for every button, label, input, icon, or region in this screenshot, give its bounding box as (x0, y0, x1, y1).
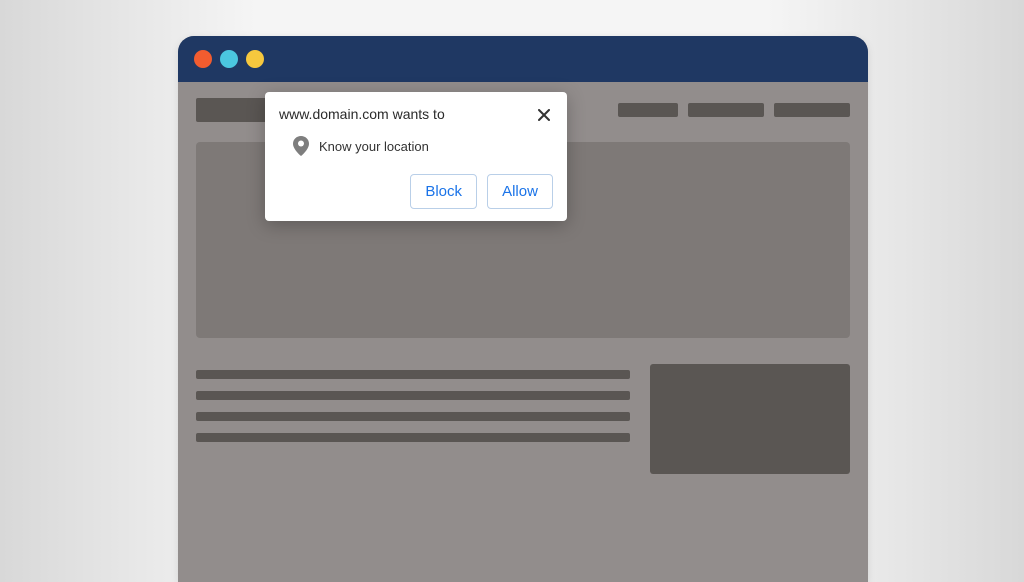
text-line-placeholder (196, 433, 630, 442)
permission-popup: www.domain.com wants to Know your locati… (265, 92, 567, 221)
popup-title: www.domain.com wants to (279, 106, 445, 122)
popup-actions: Block Allow (279, 174, 553, 209)
close-window-button[interactable] (194, 50, 212, 68)
block-button[interactable]: Block (410, 174, 477, 209)
nav-link-placeholder[interactable] (688, 103, 764, 117)
text-line-placeholder (196, 391, 630, 400)
minimize-window-button[interactable] (220, 50, 238, 68)
text-line-placeholder (196, 412, 630, 421)
side-image-placeholder (650, 364, 850, 474)
text-column (196, 364, 630, 474)
permission-request-row: Know your location (279, 136, 553, 156)
allow-button[interactable]: Allow (487, 174, 553, 209)
text-line-placeholder (196, 370, 630, 379)
window-titlebar (178, 36, 868, 82)
close-icon[interactable] (535, 106, 553, 124)
nav-link-placeholder[interactable] (774, 103, 850, 117)
site-logo-placeholder (196, 98, 276, 122)
content-row (196, 364, 850, 474)
permission-request-text: Know your location (319, 139, 429, 154)
nav-link-placeholder[interactable] (618, 103, 678, 117)
location-pin-icon (293, 136, 309, 156)
maximize-window-button[interactable] (246, 50, 264, 68)
popup-header: www.domain.com wants to (279, 106, 553, 124)
